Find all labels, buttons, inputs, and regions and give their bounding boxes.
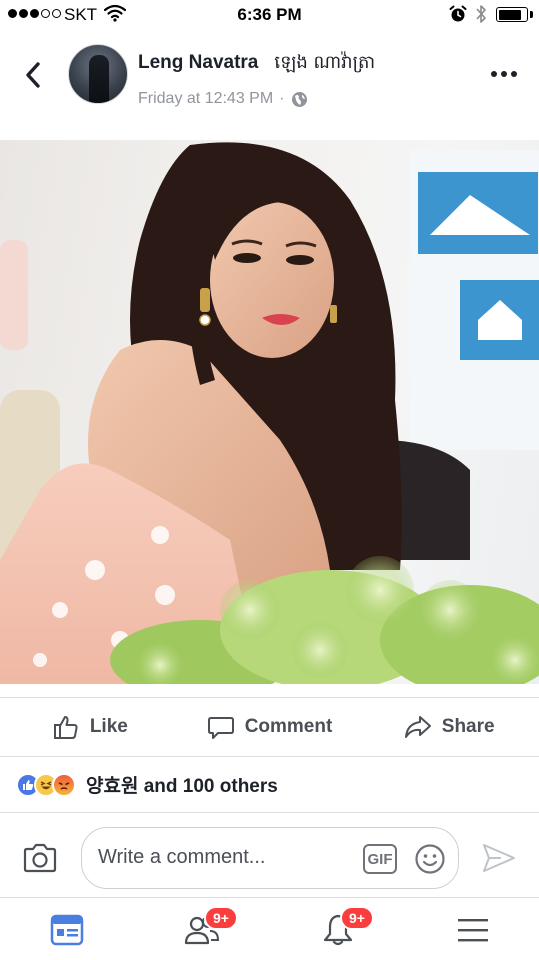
comment-button[interactable]: Comment — [180, 698, 360, 756]
share-arrow-icon — [404, 716, 431, 738]
tab-friend-requests[interactable]: 9+ — [180, 906, 238, 952]
bottom-tab-bar: 9+ 9+ — [0, 897, 539, 960]
comment-label: Comment — [244, 716, 333, 737]
comment-placeholder: Write a comment... — [98, 846, 266, 868]
gif-button[interactable]: GIF — [363, 844, 397, 874]
notifications-badge: 9+ — [340, 906, 374, 930]
photo-illustration — [0, 142, 539, 684]
tab-notifications[interactable]: 9+ — [316, 906, 374, 952]
avatar-figure — [89, 55, 109, 103]
globe-icon — [291, 91, 307, 107]
battery-icon — [496, 7, 528, 22]
share-button[interactable]: Share — [359, 698, 539, 756]
more-dot-icon — [501, 71, 507, 77]
comment-input[interactable]: Write a comment... GIF — [81, 827, 459, 889]
friend-requests-badge: 9+ — [204, 906, 238, 930]
more-dot-icon — [491, 71, 497, 77]
status-bar: SKT 6:36 PM — [0, 0, 539, 30]
thumbs-up-icon — [53, 716, 78, 739]
battery-tip — [530, 11, 533, 18]
back-button[interactable] — [18, 60, 48, 90]
chevron-left-icon — [26, 62, 40, 88]
alarm-icon — [449, 5, 467, 22]
reactions-text: 양효원 and 100 others — [86, 776, 278, 797]
hamburger-menu-icon — [458, 919, 488, 942]
author-khmer-name: ឡេង ណាវ៉ាត្រា — [274, 52, 376, 73]
comment-bubble-icon — [207, 717, 234, 739]
author-avatar[interactable] — [68, 44, 128, 104]
camera-icon[interactable] — [22, 842, 58, 874]
send-arrow-icon[interactable] — [481, 842, 517, 874]
more-options-button[interactable] — [484, 64, 524, 84]
post-meta: Friday at 12:43 PM · — [138, 90, 308, 108]
emoji-icon[interactable] — [414, 843, 446, 875]
news-feed-icon — [50, 914, 84, 946]
angry-reaction-icon — [52, 772, 76, 797]
share-label: Share — [441, 716, 495, 737]
comment-composer: Write a comment... GIF — [0, 820, 539, 896]
gif-label: GIF — [367, 850, 393, 868]
reaction-icons — [16, 772, 76, 797]
like-button[interactable]: Like — [0, 698, 180, 756]
author-row: Leng Navatra ឡេង ណាវ៉ាត្រា — [138, 50, 375, 77]
tab-news-feed[interactable] — [45, 908, 89, 952]
tab-menu[interactable] — [451, 908, 495, 952]
post-timestamp[interactable]: Friday at 12:43 PM — [138, 90, 273, 108]
meta-separator: · — [279, 90, 285, 107]
subject-earring — [199, 288, 211, 326]
like-label: Like — [89, 716, 128, 737]
post-action-bar: Like Comment Share — [0, 697, 539, 757]
post-header: Leng Navatra ឡេង ណាវ៉ាត្រា Friday at 12:… — [0, 30, 539, 140]
author-name[interactable]: Leng Navatra — [138, 52, 258, 74]
post-photo[interactable] — [0, 140, 539, 684]
more-dot-icon — [511, 71, 517, 77]
bluetooth-icon — [476, 5, 486, 23]
background-prop — [0, 240, 28, 350]
reactions-summary[interactable]: 양효원 and 100 others — [0, 757, 539, 813]
